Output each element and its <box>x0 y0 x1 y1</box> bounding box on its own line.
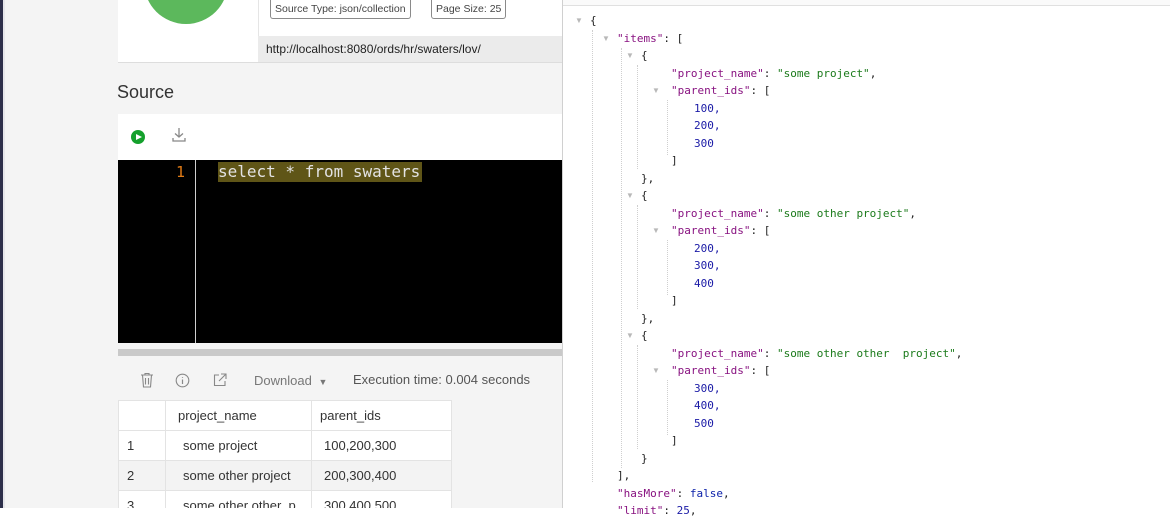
json-brace: }, <box>641 312 655 325</box>
json-brace: { <box>641 49 648 62</box>
collapse-triangle-icon[interactable]: ▼ <box>602 30 610 48</box>
left-pane: Source Type: json/collection Page Size: … <box>5 0 562 508</box>
editor-gutter-divider <box>195 160 196 343</box>
table-cell: 200,300,400 <box>311 460 452 491</box>
code-line[interactable]: select * from swaters <box>218 162 423 182</box>
info-icon[interactable] <box>175 373 190 388</box>
json-parent-ids-line: "parent_ids": [ <box>671 364 771 377</box>
page-size-chip: Page Size: 25 <box>431 0 507 19</box>
collapse-triangle-icon[interactable]: ▼ <box>626 47 634 65</box>
json-parent-ids-line: "parent_ids": [ <box>671 224 771 237</box>
json-project-name-line: "project_name": "some project", <box>671 67 877 80</box>
table-cell: some project <box>165 430 312 461</box>
table-cell: 2 <box>118 460 166 491</box>
collapse-triangle-icon[interactable]: ▼ <box>626 327 634 345</box>
results-table: project_name parent_ids 1 some project 1… <box>118 400 452 508</box>
results-toolbar: Download ▼ Execution time: 0.004 seconds <box>118 364 562 398</box>
json-has-more-line: "hasMore": false, <box>617 487 730 500</box>
collapse-triangle-icon[interactable]: ▼ <box>652 362 660 380</box>
table-header-row: project_name parent_ids <box>118 400 452 431</box>
line-number: 1 <box>176 163 186 181</box>
indent-guide <box>637 65 638 169</box>
json-parent-ids-line: "parent_ids": [ <box>671 84 771 97</box>
json-number: 500 <box>694 417 714 430</box>
indent-guide <box>667 240 668 295</box>
column-header[interactable] <box>118 400 166 431</box>
collapse-triangle-icon[interactable]: ▼ <box>652 222 660 240</box>
source-url[interactable]: http://localhost:8080/ords/hr/swaters/lo… <box>258 36 562 62</box>
json-limit-line: "limit": 25, <box>617 504 697 517</box>
table-cell: 100,200,300 <box>311 430 452 461</box>
json-brace: }, <box>641 172 655 185</box>
horizontal-scrollbar[interactable] <box>118 349 562 356</box>
run-icon[interactable] <box>131 130 145 144</box>
json-number: 100, <box>694 102 721 115</box>
table-cell: 300,400,500 <box>311 490 452 508</box>
table-row[interactable]: 3 some other other_p 300,400,500 <box>118 490 452 508</box>
json-viewer-top-border <box>563 0 1170 6</box>
trash-icon[interactable] <box>140 372 154 388</box>
json-bracket: ] <box>671 294 678 307</box>
json-number: 200, <box>694 119 721 132</box>
caret-down-icon: ▼ <box>318 377 328 387</box>
source-logo-area <box>118 0 259 62</box>
json-bracket: ] <box>671 154 678 167</box>
collapse-triangle-icon[interactable]: ▼ <box>575 12 583 30</box>
source-logo-icon <box>144 0 228 24</box>
json-brace: } <box>641 452 648 465</box>
table-row[interactable]: 2 some other project 200,300,400 <box>118 460 452 491</box>
indent-guide <box>667 380 668 435</box>
table-cell: some other other_p <box>165 490 312 508</box>
column-header[interactable]: parent_ids <box>311 400 452 431</box>
section-title: Source <box>117 82 175 102</box>
download-icon[interactable] <box>171 126 187 144</box>
execution-time: Execution time: 0.004 seconds <box>353 372 531 387</box>
json-number: 400, <box>694 399 721 412</box>
indent-guide <box>621 48 622 468</box>
download-menu[interactable]: Download ▼ <box>254 373 327 388</box>
column-header[interactable]: project_name <box>165 400 312 431</box>
download-label: Download <box>254 373 312 388</box>
json-brace: { <box>641 329 648 342</box>
indent-guide <box>637 205 638 309</box>
json-number: 300, <box>694 382 721 395</box>
source-type-chip: Source Type: json/collection <box>270 0 411 19</box>
sql-editor[interactable]: 1 select * from swaters <box>118 160 562 343</box>
json-viewer: ▼ { ▼ "items": [ ▼ { "project_name": "so… <box>562 0 1170 517</box>
json-bracket: ] <box>671 434 678 447</box>
json-number: 200, <box>694 242 721 255</box>
json-bracket: ], <box>617 469 631 482</box>
json-number: 300, <box>694 259 721 272</box>
collapse-triangle-icon[interactable]: ▼ <box>626 187 634 205</box>
json-items-line: "items": [ <box>617 32 684 45</box>
indent-guide <box>637 345 638 449</box>
json-project-name-line: "project_name": "some other other projec… <box>671 347 963 360</box>
json-number: 400 <box>694 277 714 290</box>
table-row[interactable]: 1 some project 100,200,300 <box>118 430 452 461</box>
json-number: 300 <box>694 137 714 150</box>
collapse-triangle-icon[interactable]: ▼ <box>652 82 660 100</box>
json-brace: { <box>590 14 597 27</box>
table-cell: 3 <box>118 490 166 508</box>
source-card: Source Type: json/collection Page Size: … <box>118 0 562 63</box>
indent-guide <box>667 100 668 155</box>
json-project-name-line: "project_name": "some other project", <box>671 207 917 220</box>
json-brace: { <box>641 189 648 202</box>
indent-guide <box>592 30 593 482</box>
editor-toolbar <box>118 114 562 160</box>
table-cell: 1 <box>118 430 166 461</box>
open-external-icon[interactable] <box>212 372 228 388</box>
table-cell: some other project <box>165 460 312 491</box>
